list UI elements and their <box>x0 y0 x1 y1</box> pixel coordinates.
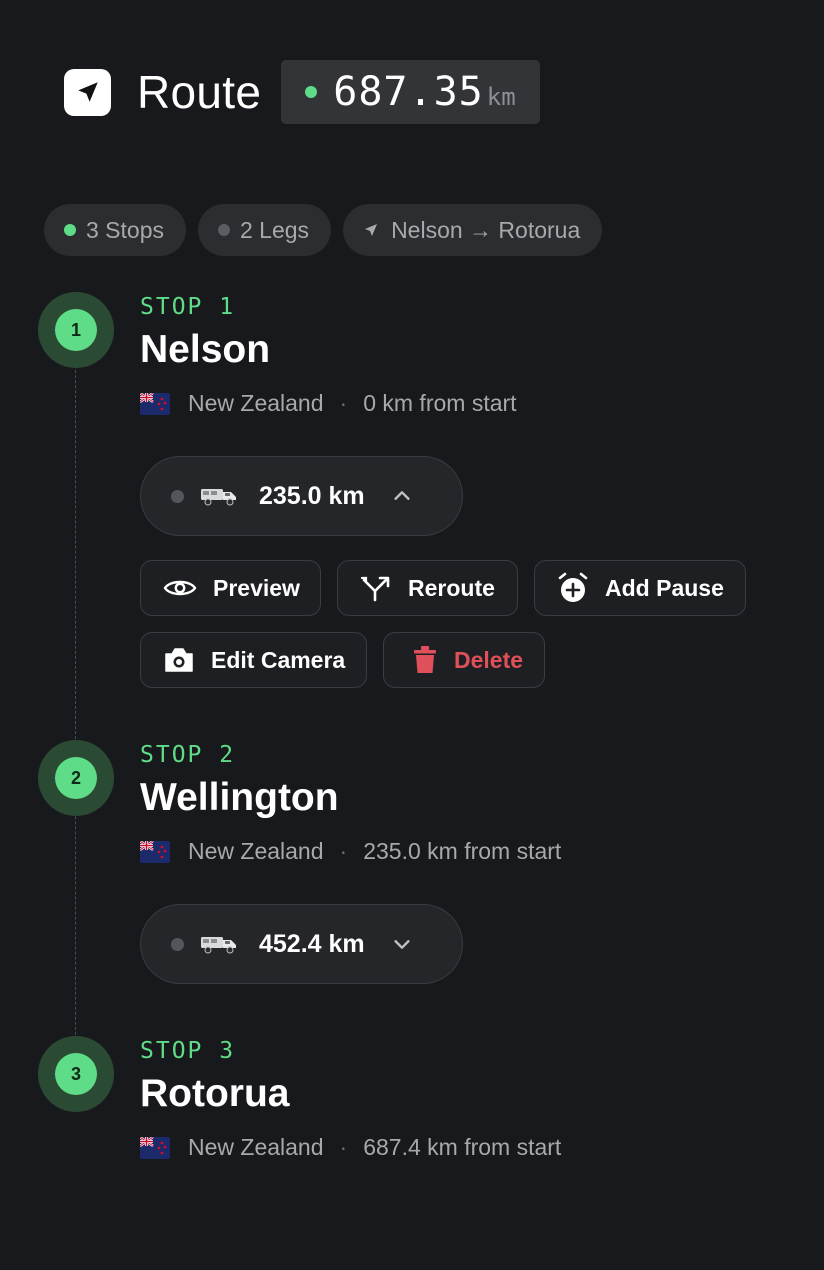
trash-icon <box>414 646 436 673</box>
stop-number: 2 <box>55 757 97 799</box>
add-pause-label: Add Pause <box>605 574 724 601</box>
delete-button[interactable]: Delete <box>383 632 545 688</box>
route-endpoints-label: Nelson → Rotorua <box>391 216 581 243</box>
legs-count-chip: 2 Legs <box>198 204 332 256</box>
split-route-icon <box>360 576 390 602</box>
stop-meta: New Zealand · 235.0 km from start <box>140 838 561 865</box>
leg-toggle-2[interactable]: 452.4 km <box>140 904 463 984</box>
stop-name[interactable]: Rotorua <box>140 1072 290 1116</box>
stop-label: STOP 1 <box>140 294 236 320</box>
route-panel: Route 687.35 km 3 Stops 2 Legs Nelson → … <box>0 0 824 1270</box>
timeline-connector <box>75 340 76 1080</box>
total-distance-value: 687.35 <box>333 69 484 115</box>
stop-label: STOP 3 <box>140 1038 236 1064</box>
stop-distance-from-start: 0 km from start <box>363 390 517 416</box>
live-status-dot <box>305 86 318 98</box>
leg-toggle-1[interactable]: 235.0 km <box>140 456 463 536</box>
stop-meta: New Zealand · 0 km from start <box>140 390 517 417</box>
eye-icon <box>163 580 197 596</box>
new-zealand-flag-icon <box>140 840 170 863</box>
stop-number: 3 <box>55 1053 97 1095</box>
stop-meta: New Zealand · 687.4 km from start <box>140 1134 561 1161</box>
route-header: Route 687.35 km <box>64 60 540 124</box>
leg-distance: 235.0 km <box>259 481 365 510</box>
status-dot <box>64 224 76 236</box>
add-pause-button[interactable]: Add Pause <box>534 560 746 616</box>
camera-icon <box>165 648 193 672</box>
stop-country: New Zealand <box>188 1134 324 1160</box>
delete-label: Delete <box>454 646 524 673</box>
chevron-down-icon <box>391 933 413 955</box>
navigation-arrow-icon <box>365 224 378 236</box>
stop-name[interactable]: Nelson <box>140 328 270 372</box>
stop-name[interactable]: Wellington <box>140 776 339 820</box>
total-distance-unit: km <box>486 83 516 111</box>
stop-marker-1[interactable]: 1 <box>38 292 114 368</box>
stop-label: STOP 2 <box>140 742 236 768</box>
reroute-label: Reroute <box>408 574 495 601</box>
leg-distance: 452.4 km <box>259 929 365 958</box>
total-distance-display: 687.35 km <box>281 60 540 124</box>
preview-label: Preview <box>213 574 300 601</box>
stop-country: New Zealand <box>188 390 324 416</box>
new-zealand-flag-icon <box>140 1136 170 1159</box>
edit-camera-button[interactable]: Edit Camera <box>140 632 367 688</box>
stops-count-chip: 3 Stops <box>44 204 186 256</box>
status-dot <box>218 224 230 236</box>
leg-status-dot <box>171 489 184 503</box>
legs-count-label: 2 Legs <box>240 216 310 243</box>
stop-number: 1 <box>55 309 97 351</box>
separator-dot: · <box>339 1134 348 1160</box>
page-title: Route <box>137 66 262 118</box>
truck-icon <box>201 937 236 954</box>
separator-dot: · <box>339 838 348 864</box>
truck-icon <box>201 489 236 506</box>
stop-country: New Zealand <box>188 838 324 864</box>
route-endpoints-chip: Nelson → Rotorua <box>343 204 603 256</box>
edit-camera-label: Edit Camera <box>211 646 346 673</box>
stops-count-label: 3 Stops <box>86 216 164 243</box>
stop-distance-from-start: 235.0 km from start <box>363 838 562 864</box>
separator-dot: · <box>339 390 348 416</box>
alarm-clock-add-icon <box>558 572 588 602</box>
navigation-arrow-icon <box>64 68 111 116</box>
new-zealand-flag-icon <box>140 392 170 415</box>
reroute-button[interactable]: Reroute <box>337 560 518 616</box>
stop-marker-2[interactable]: 2 <box>38 740 114 816</box>
leg-status-dot <box>171 937 184 951</box>
stop-distance-from-start: 687.4 km from start <box>363 1134 562 1160</box>
route-summary-chips: 3 Stops 2 Legs Nelson → Rotorua <box>44 204 603 256</box>
chevron-up-icon <box>391 485 413 507</box>
stop-marker-3[interactable]: 3 <box>38 1036 114 1112</box>
preview-button[interactable]: Preview <box>140 560 321 616</box>
